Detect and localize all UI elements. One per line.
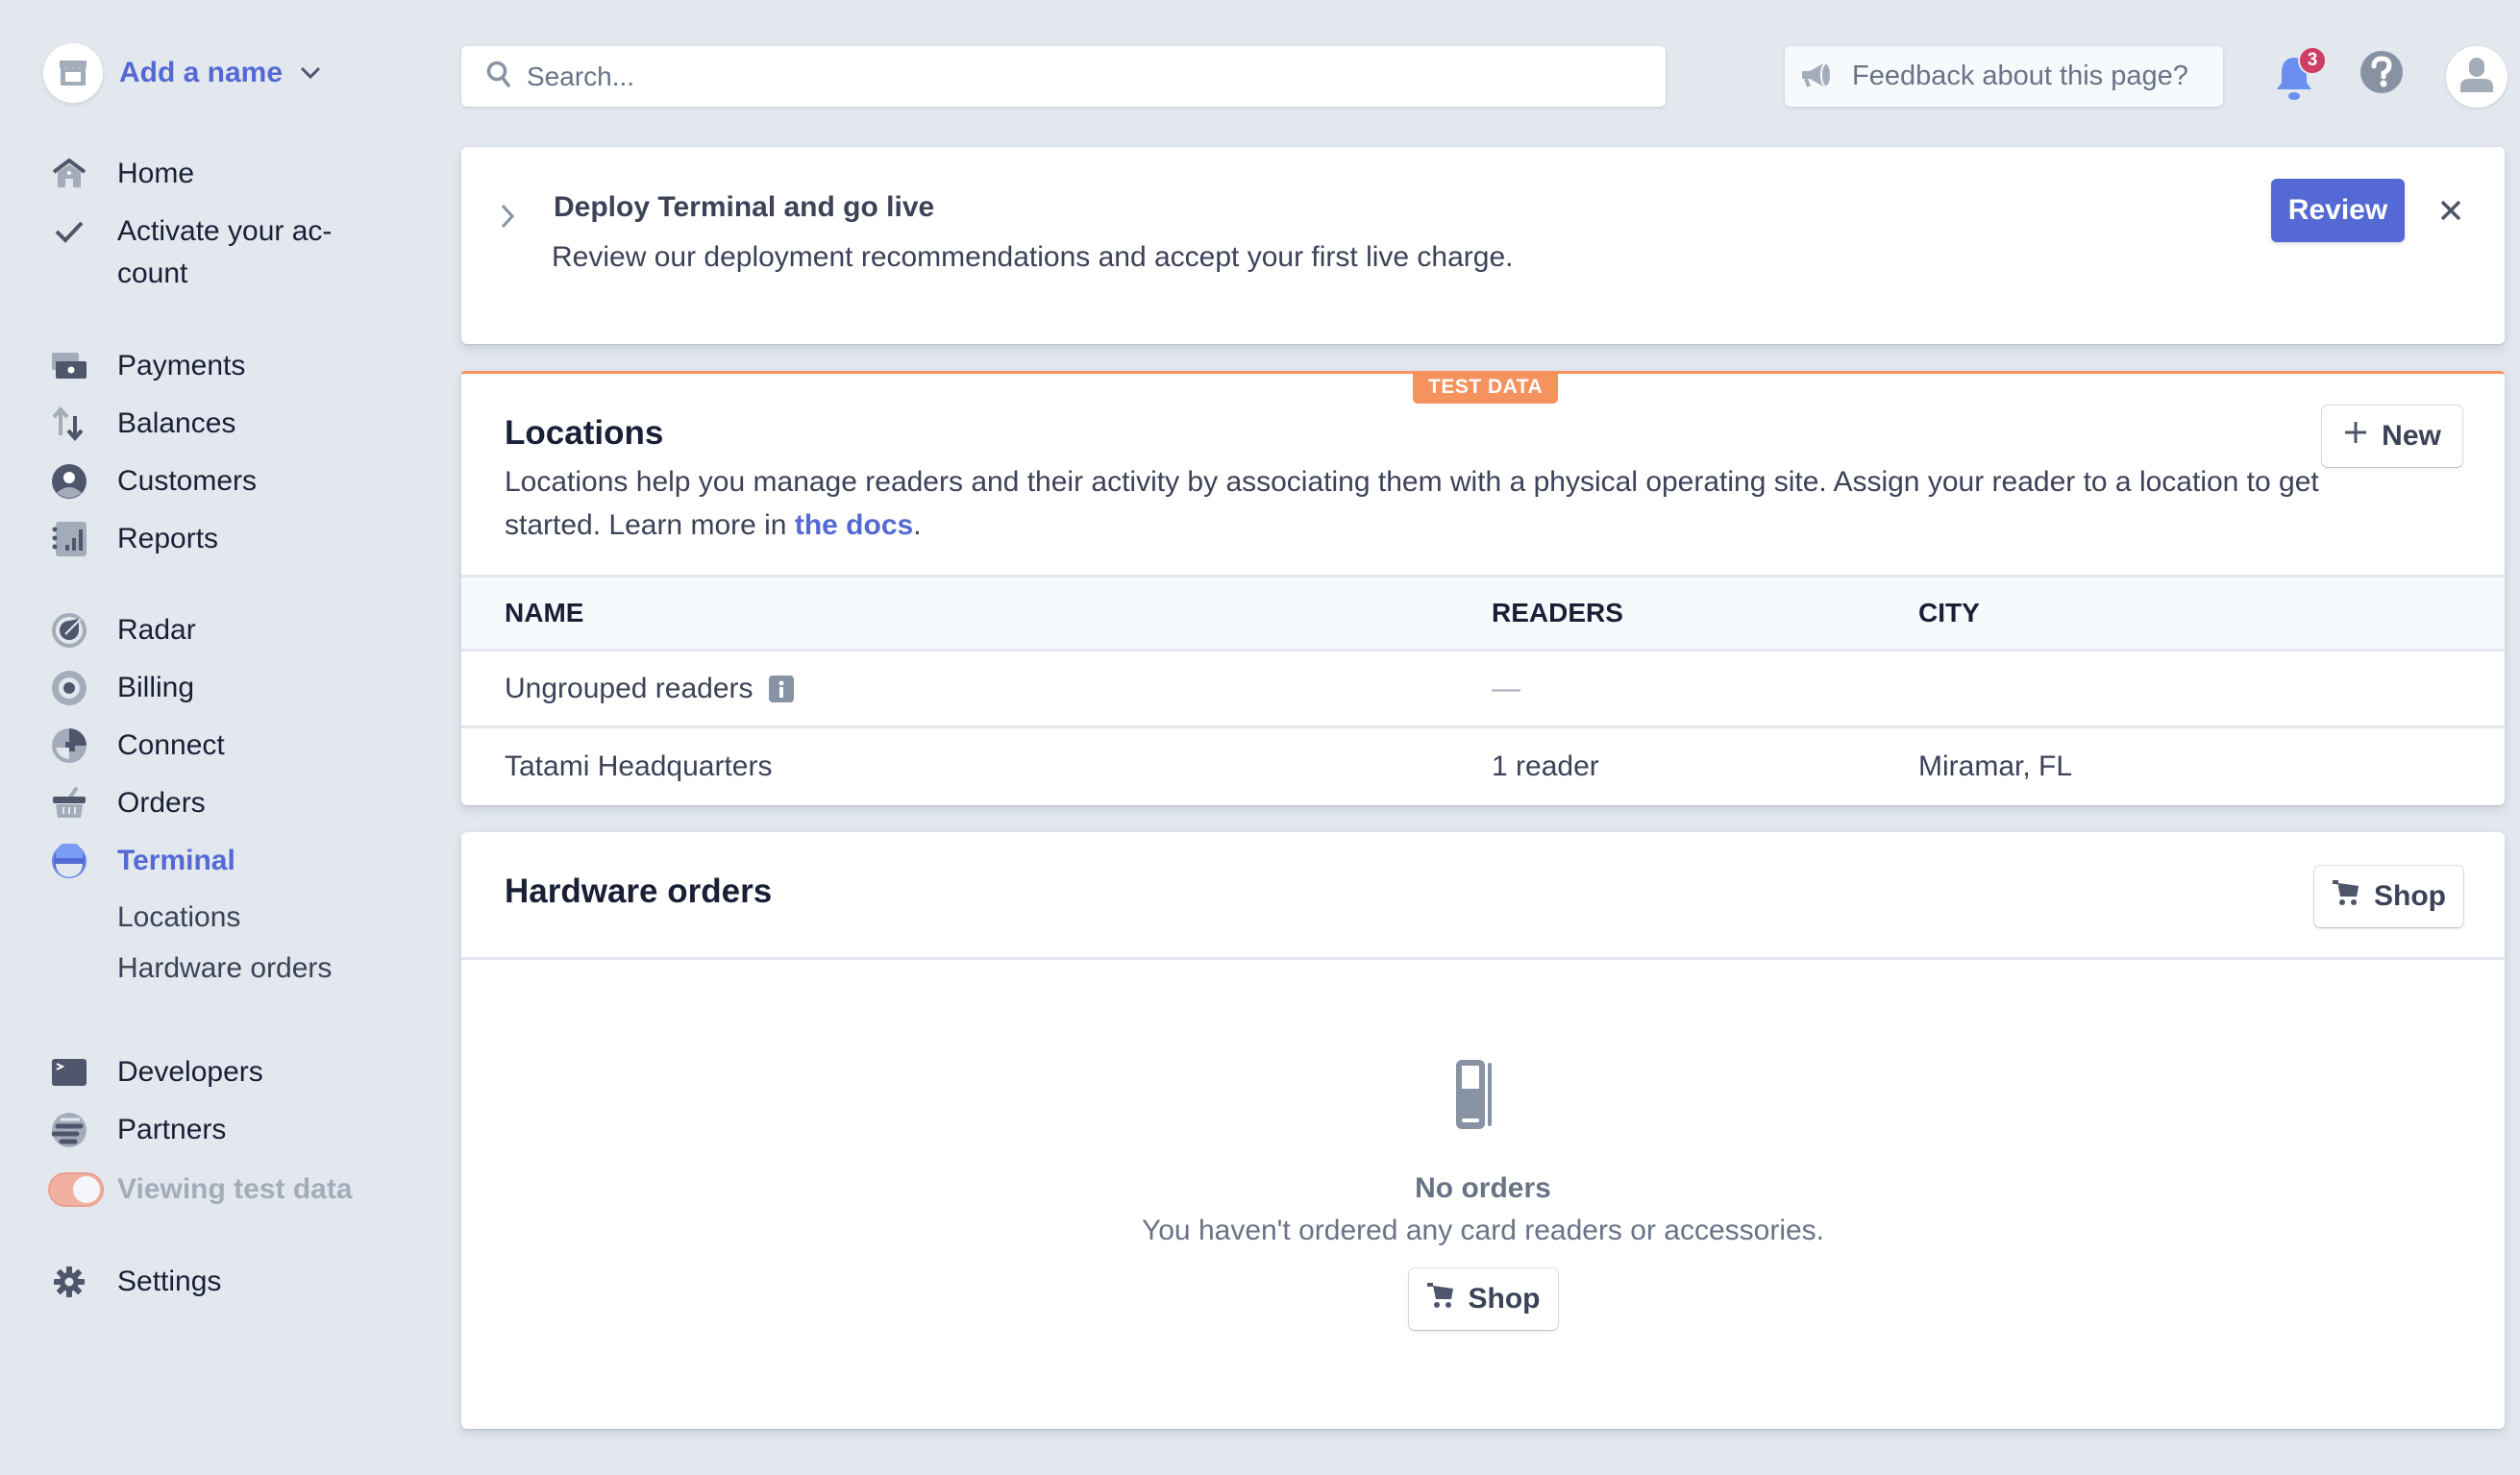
sidebar-item-partners[interactable]: Partners bbox=[50, 1109, 226, 1151]
sidebar-item-billing[interactable]: Billing bbox=[50, 667, 194, 709]
close-icon[interactable] bbox=[2434, 193, 2468, 228]
account-name[interactable]: Add a name bbox=[119, 57, 283, 89]
deploy-banner: Deploy Terminal and go live Review our d… bbox=[461, 147, 2505, 344]
docs-link[interactable]: the docs bbox=[795, 509, 913, 541]
user-menu-button[interactable] bbox=[2446, 46, 2508, 108]
terminal-icon bbox=[50, 840, 88, 882]
cart-icon bbox=[2332, 879, 2360, 914]
empty-description: You haven't ordered any card readers or … bbox=[1141, 1215, 1825, 1246]
header-divider bbox=[461, 957, 2505, 960]
empty-title: No orders bbox=[1415, 1172, 1551, 1204]
sidebar-subitem-hardware-orders[interactable]: Hardware orders bbox=[117, 949, 332, 988]
customers-icon bbox=[50, 460, 88, 503]
column-header-city[interactable]: CITY bbox=[1918, 598, 1980, 628]
billing-icon bbox=[50, 667, 88, 709]
sidebar-item-connect[interactable]: Connect bbox=[50, 725, 225, 767]
locations-description: Locations help you manage readers and th… bbox=[505, 466, 2319, 541]
sidebar-item-customers[interactable]: Customers bbox=[50, 460, 257, 503]
help-icon bbox=[2359, 51, 2404, 98]
chevron-right-icon[interactable] bbox=[500, 203, 515, 234]
store-icon bbox=[43, 43, 103, 103]
check-icon bbox=[50, 210, 88, 253]
orders-icon bbox=[50, 782, 88, 824]
sidebar: Add a name Home Activate your ac- count … bbox=[0, 0, 452, 1475]
sidebar-item-terminal[interactable]: Terminal bbox=[50, 840, 235, 882]
hardware-orders-card: Hardware orders Shop No orders You haven… bbox=[461, 832, 2505, 1429]
megaphone-icon bbox=[1800, 61, 1835, 92]
sidebar-item-radar[interactable]: Radar bbox=[50, 609, 196, 651]
home-icon bbox=[50, 153, 88, 195]
hardware-orders-title: Hardware orders bbox=[505, 873, 773, 910]
account-switcher[interactable]: Add a name bbox=[43, 43, 321, 103]
table-header: NAME READERS CITY bbox=[461, 575, 2505, 651]
table-row[interactable]: Tatami Headquarters 1 reader Miramar, FL bbox=[461, 728, 2505, 805]
radar-icon bbox=[50, 609, 88, 651]
location-name: Tatami Headquarters bbox=[505, 750, 773, 782]
sidebar-item-reports[interactable]: Reports bbox=[50, 518, 218, 560]
column-header-readers[interactable]: READERS bbox=[1492, 598, 1623, 628]
balances-icon bbox=[50, 403, 88, 445]
plus-icon bbox=[2343, 420, 2368, 453]
locations-table: NAME READERS CITY Ungrouped readers — Ta… bbox=[461, 575, 2505, 805]
developers-icon bbox=[50, 1051, 88, 1094]
test-data-switch[interactable] bbox=[48, 1172, 104, 1207]
notifications-button[interactable]: 3 bbox=[2275, 46, 2327, 104]
shop-empty-button[interactable]: Shop bbox=[1408, 1268, 1558, 1330]
sidebar-item-developers[interactable]: Developers bbox=[50, 1051, 263, 1094]
column-header-name[interactable]: NAME bbox=[505, 598, 583, 628]
empty-state: No orders You haven't ordered any card r… bbox=[461, 1060, 2505, 1330]
user-avatar-icon bbox=[2460, 57, 2493, 97]
location-name: Ungrouped readers bbox=[505, 673, 794, 705]
location-readers: 1 reader bbox=[1492, 750, 1599, 782]
sidebar-item-settings[interactable]: Settings bbox=[50, 1261, 221, 1303]
shop-button[interactable]: Shop bbox=[2314, 866, 2463, 927]
sidebar-item-payments[interactable]: Payments bbox=[50, 345, 245, 387]
test-data-badge: TEST DATA bbox=[1413, 371, 1559, 404]
banner-title: Deploy Terminal and go live bbox=[554, 191, 935, 223]
card-reader-icon bbox=[1456, 1060, 1510, 1134]
cart-icon bbox=[1426, 1282, 1455, 1316]
settings-icon bbox=[50, 1261, 88, 1303]
toggle-knob bbox=[73, 1176, 100, 1203]
test-data-label: Viewing test data bbox=[117, 1173, 353, 1205]
sidebar-item-balances[interactable]: Balances bbox=[50, 403, 235, 445]
feedback-button[interactable]: Feedback about this page? bbox=[1785, 46, 2223, 107]
locations-card: TEST DATA Locations Locations help you m… bbox=[461, 371, 2505, 805]
reports-icon bbox=[50, 518, 88, 560]
search-input[interactable] bbox=[527, 61, 1632, 92]
search-icon bbox=[486, 61, 511, 92]
sidebar-item-orders[interactable]: Orders bbox=[50, 782, 206, 824]
connect-icon bbox=[50, 725, 88, 767]
banner-description: Review our deployment recommendations an… bbox=[552, 241, 1514, 273]
location-city: Miramar, FL bbox=[1918, 750, 2073, 782]
new-location-button[interactable]: New bbox=[2322, 406, 2462, 467]
test-data-toggle[interactable]: Viewing test data bbox=[48, 1172, 353, 1207]
location-readers: — bbox=[1492, 672, 1520, 704]
table-row[interactable]: Ungrouped readers — bbox=[461, 651, 2505, 728]
notifications-badge: 3 bbox=[2298, 46, 2327, 75]
sidebar-subitem-locations[interactable]: Locations bbox=[117, 898, 240, 937]
locations-title: Locations bbox=[505, 414, 664, 452]
help-button[interactable] bbox=[2359, 50, 2404, 94]
partners-icon bbox=[50, 1109, 88, 1151]
sidebar-item-activate-account[interactable]: Activate your ac- count bbox=[50, 210, 332, 295]
payments-icon bbox=[50, 345, 88, 387]
review-button[interactable]: Review bbox=[2271, 179, 2405, 242]
search-bar[interactable] bbox=[461, 46, 1666, 107]
sidebar-item-home[interactable]: Home bbox=[50, 153, 194, 195]
info-icon[interactable] bbox=[768, 675, 794, 702]
chevron-down-icon[interactable] bbox=[300, 66, 321, 80]
